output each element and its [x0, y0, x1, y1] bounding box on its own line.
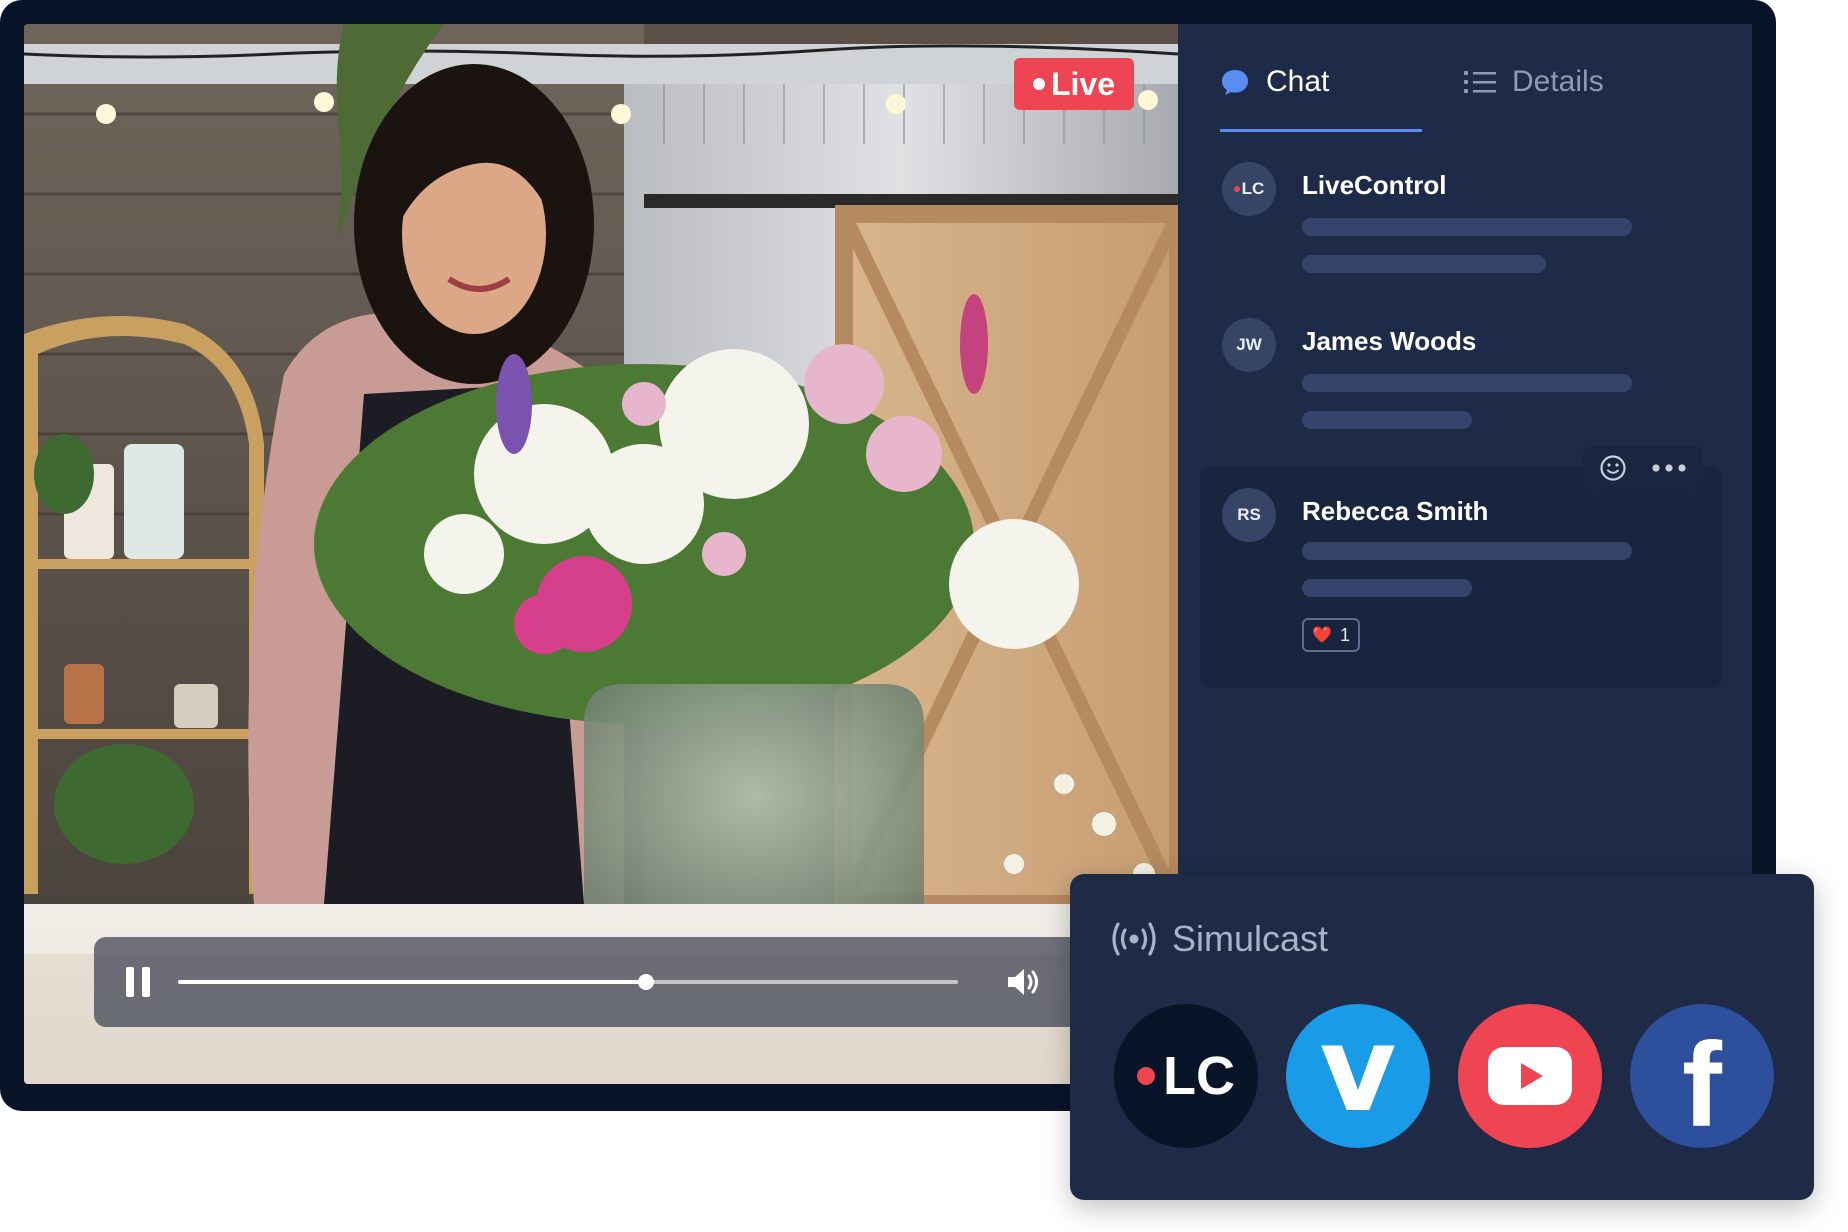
live-dot-icon — [1137, 1067, 1155, 1085]
active-tab-indicator — [1220, 129, 1422, 132]
video-frame-image — [24, 24, 1178, 1084]
avatar-initials: JW — [1236, 335, 1262, 354]
tab-details-label: Details — [1512, 65, 1604, 98]
video-player[interactable]: Live — [24, 24, 1178, 1084]
avatar-livecontrol: LC — [1222, 162, 1276, 216]
heart-emoji-icon: ❤️ — [1312, 627, 1332, 644]
volume-icon[interactable] — [1006, 965, 1042, 999]
message-text-placeholder — [1302, 218, 1632, 236]
message-actions — [1583, 446, 1703, 490]
message-author: Rebecca Smith — [1302, 496, 1489, 526]
emoji-reaction-icon[interactable] — [1599, 454, 1627, 482]
avatar-rebecca-smith: RS — [1222, 488, 1276, 542]
vimeo-logo-icon: v — [1319, 1000, 1397, 1138]
simulcast-title: Simulcast — [1172, 918, 1329, 959]
youtube-play-icon — [1488, 1047, 1572, 1105]
tab-details[interactable]: Details — [1464, 62, 1604, 102]
message-text-placeholder — [1302, 374, 1632, 392]
progress-thumb[interactable] — [638, 974, 654, 990]
message-text-placeholder — [1302, 579, 1472, 597]
live-label: Live — [1050, 65, 1116, 102]
platform-livecontrol[interactable]: LC — [1114, 1004, 1258, 1148]
platform-facebook[interactable]: f — [1630, 1004, 1774, 1148]
broadcast-icon — [1112, 922, 1156, 956]
progress-track[interactable] — [178, 974, 958, 990]
chat-bubble-icon — [1222, 70, 1248, 95]
list-icon — [1464, 71, 1496, 93]
live-dot-icon — [1233, 186, 1240, 192]
platform-vimeo[interactable]: v — [1286, 1004, 1430, 1148]
heart-reaction-button[interactable]: ❤️ 1 — [1302, 618, 1360, 652]
simulcast-card: Simulcast LC v f — [1070, 874, 1814, 1200]
reaction-count: 1 — [1339, 624, 1350, 645]
message-author: James Woods — [1302, 326, 1477, 356]
more-options-icon[interactable] — [1651, 462, 1687, 474]
message-author: LiveControl — [1302, 170, 1447, 200]
playback-controls — [94, 937, 1094, 1027]
avatar-initials: LC — [1241, 179, 1265, 198]
live-badge: Live — [1014, 58, 1134, 110]
message-text-placeholder — [1302, 411, 1472, 429]
progress-fill — [178, 980, 646, 984]
simulcast-header: Simulcast — [1110, 918, 1328, 960]
pause-icon[interactable] — [126, 967, 152, 997]
message-text-placeholder — [1302, 255, 1546, 273]
live-dot-icon — [1032, 78, 1045, 90]
message-text-placeholder — [1302, 542, 1632, 560]
facebook-logo-icon: f — [1682, 1018, 1722, 1152]
avatar-initials: RS — [1237, 505, 1261, 524]
tab-chat[interactable]: Chat — [1220, 62, 1329, 102]
avatar-james-woods: JW — [1222, 318, 1276, 372]
tab-chat-label: Chat — [1266, 65, 1330, 98]
platform-youtube[interactable] — [1458, 1004, 1602, 1148]
livecontrol-logo-text: LC — [1163, 1046, 1235, 1106]
